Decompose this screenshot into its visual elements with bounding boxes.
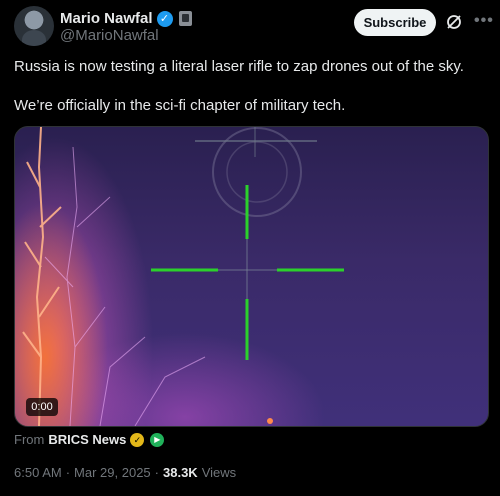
tweet-text: Russia is now testing a literal laser ri… <box>14 57 484 116</box>
meta-separator: · <box>65 465 71 480</box>
author-display-name[interactable]: Mario Nawfal <box>60 10 153 27</box>
more-icon[interactable]: ••• <box>474 12 494 30</box>
tweet-meta: 6:50 AM · Mar 29, 2025 · 38.3K Views <box>14 465 236 480</box>
video-player[interactable] <box>14 126 489 427</box>
video-frame <box>22 127 344 426</box>
avatar[interactable] <box>14 6 54 46</box>
from-label: From <box>14 432 45 447</box>
play-badge-icon: ▶ <box>150 432 165 447</box>
tree-branches <box>22 127 62 426</box>
verified-badge-icon: ✓ <box>156 10 173 27</box>
video-duration-badge: 0:00 <box>26 398 58 416</box>
tweet-date[interactable]: Mar 29, 2025 <box>74 465 151 480</box>
author-name-row: Mario Nawfal ✓ <box>60 10 192 27</box>
affiliate-badge-icon[interactable] <box>178 11 192 26</box>
meta-separator: · <box>154 465 159 480</box>
views-label: Views <box>201 465 237 480</box>
views-count: 38.3K <box>163 465 198 480</box>
source-attribution: From BRICS News ✓ ▶ <box>14 432 165 447</box>
grok-icon[interactable] <box>445 13 463 31</box>
author-handle[interactable]: @MarioNawfal <box>60 27 159 44</box>
subscribe-button[interactable]: Subscribe <box>354 9 436 36</box>
gold-check-icon: ✓ <box>130 432 145 447</box>
tweet-text-line-1: Russia is now testing a literal laser ri… <box>14 58 464 75</box>
tweet-time[interactable]: 6:50 AM <box>14 465 62 480</box>
source-name-link[interactable]: BRICS News <box>48 432 126 447</box>
tweet-text-line-2: We’re officially in the sci-fi chapter o… <box>14 97 346 114</box>
